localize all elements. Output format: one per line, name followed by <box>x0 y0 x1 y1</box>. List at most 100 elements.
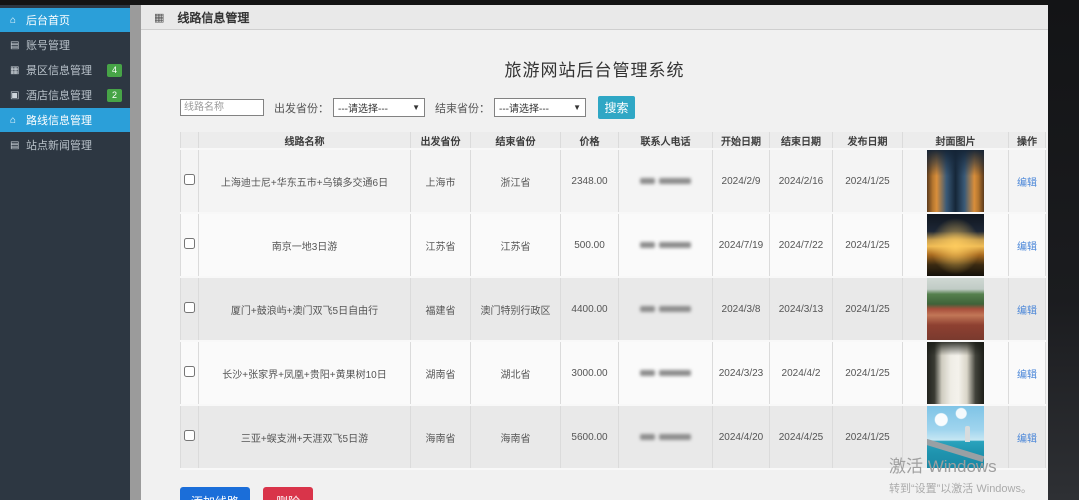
add-route-button[interactable]: 添加线路 <box>180 487 251 500</box>
sidebar-item-news[interactable]: ▤ 站点新闻管理 <box>0 133 130 157</box>
cover-image <box>927 150 984 211</box>
sidebar-item-label: 酒店信息管理 <box>26 90 92 102</box>
start-date: 2024/7/19 <box>712 213 770 278</box>
route-name: 南京一地3日游 <box>198 213 411 278</box>
row-checkbox[interactable] <box>184 302 195 313</box>
end-date: 2024/4/2 <box>769 341 833 406</box>
end-date: 2024/7/22 <box>769 213 833 278</box>
route-name: 厦门+鼓浪屿+澳门双飞5日自由行 <box>198 277 411 342</box>
sidebar-item-label: 景区信息管理 <box>26 65 92 77</box>
sidebar-item-route[interactable]: ⌂ 路线信息管理 <box>0 108 130 132</box>
hotel-count-badge: 2 <box>107 88 122 102</box>
publish-date: 2024/1/25 <box>832 277 903 342</box>
col-actions: 操作 <box>1008 132 1046 150</box>
table-row: 上海迪士尼+华东五市+乌镇多交通6日 上海市 浙江省 2348.00 2024/… <box>180 149 1046 214</box>
col-depart: 出发省份 <box>410 132 471 150</box>
sidebar-item-label: 后台首页 <box>26 15 70 27</box>
end-date: 2024/2/16 <box>769 149 833 214</box>
edit-link[interactable]: 编辑 <box>1017 370 1037 381</box>
price: 4400.00 <box>560 277 619 342</box>
table-row: 厦门+鼓浪屿+澳门双飞5日自由行 福建省 澳门特别行政区 4400.00 202… <box>180 277 1046 342</box>
col-cover: 封面图片 <box>902 132 1009 150</box>
search-button[interactable]: 搜索 <box>598 96 635 119</box>
col-phone: 联系人电话 <box>618 132 713 150</box>
start-date: 2024/2/9 <box>712 149 770 214</box>
start-date: 2024/3/8 <box>712 277 770 342</box>
cover-image <box>927 278 984 339</box>
sidebar: ⌂ 后台首页 ▤ 账号管理 ▦ 景区信息管理 4 ▣ 酒店信息管理 2 ⌂ 路线… <box>0 5 130 500</box>
col-name: 线路名称 <box>198 132 411 150</box>
row-checkbox[interactable] <box>184 174 195 185</box>
sidebar-item-label: 站点新闻管理 <box>26 140 92 152</box>
phone-redacted <box>618 213 713 278</box>
end-province: 海南省 <box>470 405 561 470</box>
user-icon: ▤ <box>10 39 20 51</box>
edit-link[interactable]: 编辑 <box>1017 434 1037 445</box>
home-icon: ⌂ <box>10 14 17 26</box>
sidebar-item-label: 账号管理 <box>26 40 70 52</box>
app-window: ⌂ 后台首页 ▤ 账号管理 ▦ 景区信息管理 4 ▣ 酒店信息管理 2 ⌂ 路线… <box>0 5 1048 500</box>
end-province: 澳门特别行政区 <box>470 277 561 342</box>
row-checkbox[interactable] <box>184 238 195 249</box>
edit-link[interactable]: 编辑 <box>1017 242 1037 253</box>
main-content: ▦ 线路信息管理 旅游网站后台管理系统 出发省份： ---请选择--- ▼ 结束… <box>141 5 1048 500</box>
depart-province: 海南省 <box>410 405 471 470</box>
cover-image <box>927 342 984 403</box>
price: 5600.00 <box>560 405 619 470</box>
page-title: 旅游网站后台管理系统 <box>504 61 685 80</box>
table-row: 三亚+蜈支洲+天涯双飞5日游 海南省 海南省 5600.00 2024/4/20… <box>180 405 1046 470</box>
depart-province: 湖南省 <box>410 341 471 406</box>
route-name: 上海迪士尼+华东五市+乌镇多交通6日 <box>198 149 411 214</box>
chevron-down-icon: ▼ <box>412 103 420 112</box>
publish-date: 2024/1/25 <box>832 213 903 278</box>
sidebar-scrollbar[interactable] <box>130 5 141 500</box>
news-icon: ▤ <box>10 139 20 151</box>
end-province: 浙江省 <box>470 149 561 214</box>
sidebar-item-home[interactable]: ⌂ 后台首页 <box>0 8 130 32</box>
price: 500.00 <box>560 213 619 278</box>
row-checkbox[interactable] <box>184 366 195 377</box>
col-publish-date: 发布日期 <box>832 132 903 150</box>
depart-province: 上海市 <box>410 149 471 214</box>
col-end: 结束省份 <box>470 132 561 150</box>
phone-redacted <box>618 341 713 406</box>
edit-link[interactable]: 编辑 <box>1017 306 1037 317</box>
row-checkbox[interactable] <box>184 430 195 441</box>
end-date: 2024/3/13 <box>769 277 833 342</box>
depart-province-select[interactable]: ---请选择--- ▼ <box>333 98 425 117</box>
delete-button[interactable]: 删除 <box>263 487 314 500</box>
edit-link[interactable]: 编辑 <box>1017 178 1037 189</box>
scenic-count-badge: 4 <box>107 63 122 77</box>
sidebar-item-account[interactable]: ▤ 账号管理 <box>0 33 130 57</box>
end-date: 2024/4/25 <box>769 405 833 470</box>
scenic-grid-icon: ▦ <box>10 64 20 76</box>
search-form: 出发省份： ---请选择--- ▼ 结束省份： ---请选择--- ▼ 搜索 <box>180 96 1048 119</box>
cover-image <box>927 406 984 467</box>
tab-bar: ▦ 线路信息管理 <box>141 5 1048 30</box>
hotel-icon: ▣ <box>10 89 20 101</box>
start-date: 2024/4/20 <box>712 405 770 470</box>
table-row: 南京一地3日游 江苏省 江苏省 500.00 2024/7/19 2024/7/… <box>180 213 1046 278</box>
route-name-input[interactable] <box>180 99 264 116</box>
price: 3000.00 <box>560 341 619 406</box>
table-row: 长沙+张家界+凤凰+贵阳+黄果树10日 湖南省 湖北省 3000.00 2024… <box>180 341 1046 406</box>
select-all-header <box>180 132 199 150</box>
depart-province: 福建省 <box>410 277 471 342</box>
col-price: 价格 <box>560 132 619 150</box>
depart-province: 江苏省 <box>410 213 471 278</box>
end-province-select[interactable]: ---请选择--- ▼ <box>494 98 586 117</box>
sidebar-item-scenic[interactable]: ▦ 景区信息管理 4 <box>0 58 130 82</box>
price: 2348.00 <box>560 149 619 214</box>
depart-province-label: 出发省份： <box>274 102 329 115</box>
end-province: 江苏省 <box>470 213 561 278</box>
phone-redacted <box>618 277 713 342</box>
sidebar-item-hotel[interactable]: ▣ 酒店信息管理 2 <box>0 83 130 107</box>
table-header-row: 线路名称 出发省份 结束省份 价格 联系人电话 开始日期 结束日期 发布日期 封… <box>180 132 1046 150</box>
phone-redacted <box>618 149 713 214</box>
route-icon: ⌂ <box>10 114 17 126</box>
desktop-right-edge <box>1048 0 1079 500</box>
tab-route-info[interactable]: 线路信息管理 <box>177 9 249 26</box>
route-name: 长沙+张家界+凤凰+贵阳+黄果树10日 <box>198 341 411 406</box>
screen: ⌂ 后台首页 ▤ 账号管理 ▦ 景区信息管理 4 ▣ 酒店信息管理 2 ⌂ 路线… <box>0 0 1079 500</box>
col-start-date: 开始日期 <box>712 132 770 150</box>
